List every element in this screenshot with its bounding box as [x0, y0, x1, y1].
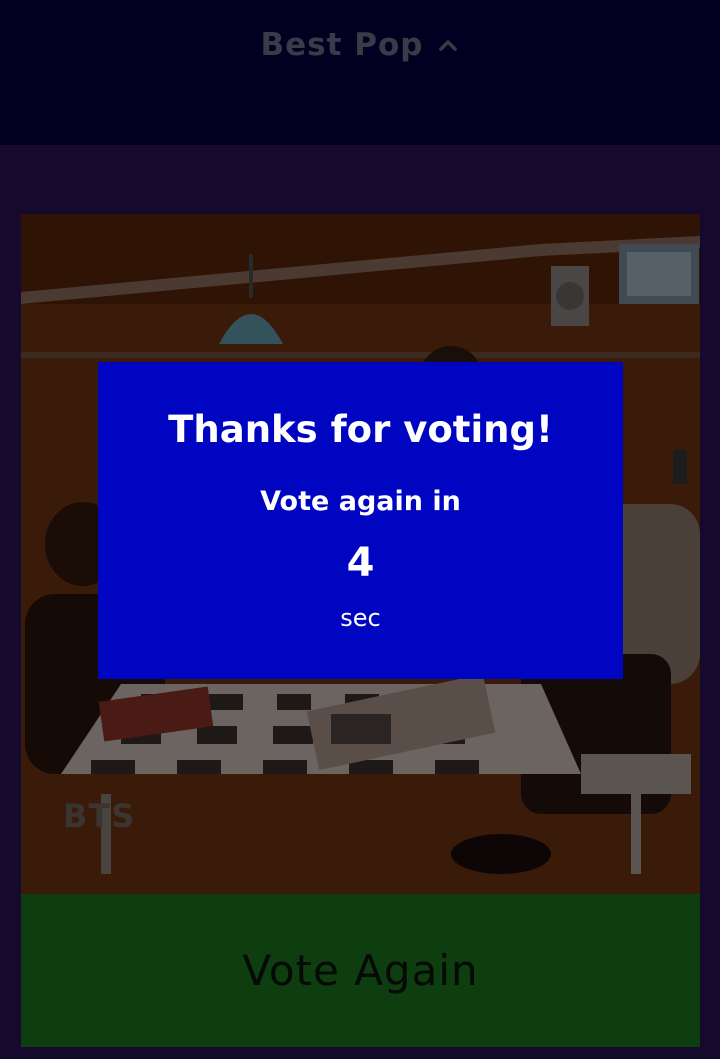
- modal-subtitle: Vote again in: [260, 486, 461, 517]
- vote-again-button[interactable]: Vote Again: [21, 894, 700, 1047]
- category-toggle[interactable]: Best Pop: [0, 22, 720, 68]
- category-label: Best Pop: [260, 27, 424, 63]
- countdown-unit: sec: [340, 604, 381, 632]
- artist-name: BTS: [63, 797, 136, 835]
- thanks-modal: Thanks for voting! Vote again in 4 sec: [98, 362, 623, 679]
- countdown-value: 4: [346, 540, 375, 586]
- chevron-up-icon[interactable]: [437, 34, 459, 56]
- modal-title: Thanks for voting!: [168, 408, 553, 451]
- top-bar: Best Pop: [0, 0, 720, 145]
- voting-page: Best Pop BTS Vote Again Thanks for votin…: [0, 0, 720, 1059]
- vote-again-label: Vote Again: [242, 946, 479, 995]
